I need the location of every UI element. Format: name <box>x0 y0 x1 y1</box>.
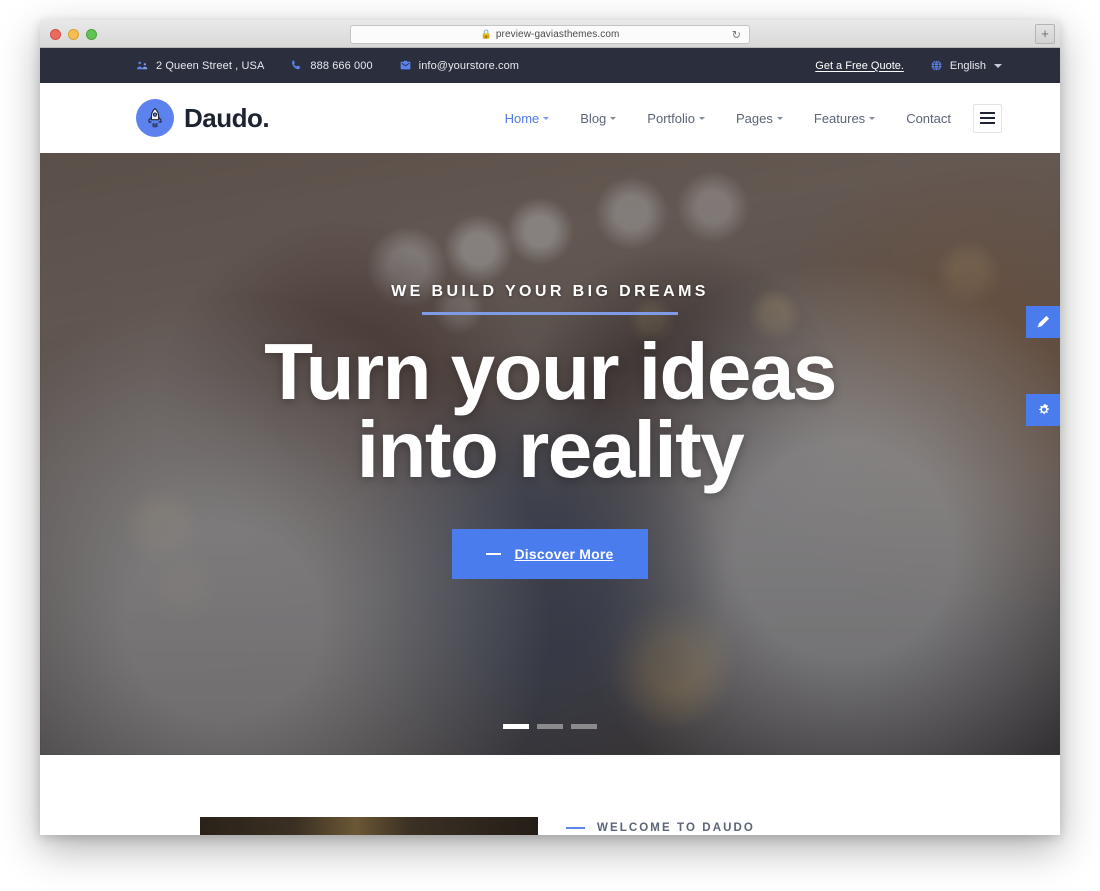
welcome-section: WELCOME TO DAUDO <box>40 755 1060 835</box>
dash-icon <box>566 827 585 829</box>
welcome-section-heading: WELCOME TO DAUDO <box>566 822 755 835</box>
topbar-email-label: info@yourstore.com <box>418 59 520 72</box>
close-window-button[interactable] <box>50 29 61 40</box>
brand-logo[interactable]: Daudo. <box>136 99 270 137</box>
welcome-section-label: WELCOME TO DAUDO <box>597 822 755 834</box>
brand-name: Daudo. <box>184 102 270 133</box>
browser-window: 🔒 preview-gaviasthemes.com ↻ + 2 Queen S… <box>40 20 1060 835</box>
nav-item-contact[interactable]: Contact <box>906 111 951 126</box>
nav-item-pages-label: Pages <box>736 110 773 126</box>
discover-more-label: Discover More <box>514 546 614 563</box>
topbar-actions: Get a Free Quote. English <box>815 59 1002 72</box>
hero-eyebrow-rule <box>422 311 678 315</box>
main-navigation: Home Blog Portfolio Pages Features Conta… <box>505 111 951 126</box>
dash-icon <box>486 553 502 556</box>
window-traffic-lights <box>50 29 97 40</box>
chevron-down-icon <box>869 116 876 120</box>
minimize-window-button[interactable] <box>68 29 79 40</box>
hero-slide-indicator-2[interactable] <box>537 724 563 729</box>
nav-item-portfolio[interactable]: Portfolio <box>647 111 705 126</box>
top-utility-bar: 2 Queen Street , USA 888 666 000 info@yo… <box>40 48 1060 83</box>
hero-slide-indicator-3[interactable] <box>571 724 597 729</box>
topbar-phone-label: 888 666 000 <box>310 59 373 72</box>
globe-icon <box>931 60 942 71</box>
browser-toolbar: 🔒 preview-gaviasthemes.com ↻ + <box>40 20 1060 48</box>
chevron-down-icon <box>994 63 1002 68</box>
hero-title: Turn your ideas into reality <box>264 326 837 494</box>
topbar-address-label: 2 Queen Street , USA <box>156 59 265 72</box>
site-header: Daudo. Home Blog Portfolio Pages Feature… <box>40 83 1060 153</box>
header-right: Home Blog Portfolio Pages Features Conta… <box>505 103 1002 133</box>
page-viewport: 2 Queen Street , USA 888 666 000 info@yo… <box>40 48 1060 835</box>
nav-item-home[interactable]: Home <box>505 111 550 126</box>
hero-slider: WE BUILD YOUR BIG DREAMS Turn your ideas… <box>40 153 1060 755</box>
topbar-phone[interactable]: 888 666 000 <box>290 59 373 72</box>
gears-settings-icon <box>1038 403 1049 414</box>
hero-title-line-1: Turn your ideas <box>264 326 837 416</box>
topbar-email[interactable]: info@yourstore.com <box>399 59 519 72</box>
rocket-icon <box>136 99 174 137</box>
hero-content: WE BUILD YOUR BIG DREAMS Turn your ideas… <box>40 153 1060 755</box>
hero-slide-indicator-1[interactable] <box>503 724 529 729</box>
maximize-window-button[interactable] <box>86 29 97 40</box>
settings-button[interactable] <box>1026 394 1060 426</box>
hero-title-line-2: into reality <box>356 405 745 494</box>
address-bar[interactable]: 🔒 preview-gaviasthemes.com ↻ <box>350 25 750 44</box>
location-pin-icon <box>136 61 148 70</box>
topbar-address[interactable]: 2 Queen Street , USA <box>136 59 264 72</box>
nav-item-pages[interactable]: Pages <box>736 111 783 126</box>
hamburger-menu-icon[interactable] <box>973 103 1002 133</box>
lock-icon: 🔒 <box>480 29 492 39</box>
phone-icon <box>292 60 301 70</box>
chevron-down-icon <box>776 116 783 120</box>
nav-item-blog-label: Blog <box>580 110 607 126</box>
nav-item-features[interactable]: Features <box>813 110 876 126</box>
nav-item-home-label: Home <box>504 110 540 126</box>
edit-button[interactable] <box>1026 306 1060 338</box>
nav-item-contact-label: Contact <box>906 110 951 126</box>
welcome-section-image <box>200 817 538 835</box>
chevron-down-icon <box>543 116 550 120</box>
pencil-edit-icon <box>1037 315 1050 328</box>
hero-slider-pagination <box>503 724 597 729</box>
language-selector[interactable]: English <box>930 59 1002 72</box>
hero-eyebrow: WE BUILD YOUR BIG DREAMS <box>391 282 709 300</box>
contact-info-group: 2 Queen Street , USA 888 666 000 info@yo… <box>136 59 519 72</box>
new-tab-button[interactable]: + <box>1035 24 1055 44</box>
nav-item-features-label: Features <box>813 110 866 126</box>
mail-icon <box>400 60 411 70</box>
reload-icon[interactable]: ↻ <box>732 28 741 41</box>
language-label: English <box>949 59 986 72</box>
get-a-free-quote-link[interactable]: Get a Free Quote. <box>815 60 904 72</box>
nav-item-portfolio-label: Portfolio <box>647 110 695 126</box>
chevron-down-icon <box>610 116 617 120</box>
chevron-down-icon <box>699 116 705 120</box>
nav-item-blog[interactable]: Blog <box>580 110 617 126</box>
url-text: preview-gaviasthemes.com <box>495 29 620 40</box>
discover-more-button[interactable]: Discover More <box>452 529 648 580</box>
